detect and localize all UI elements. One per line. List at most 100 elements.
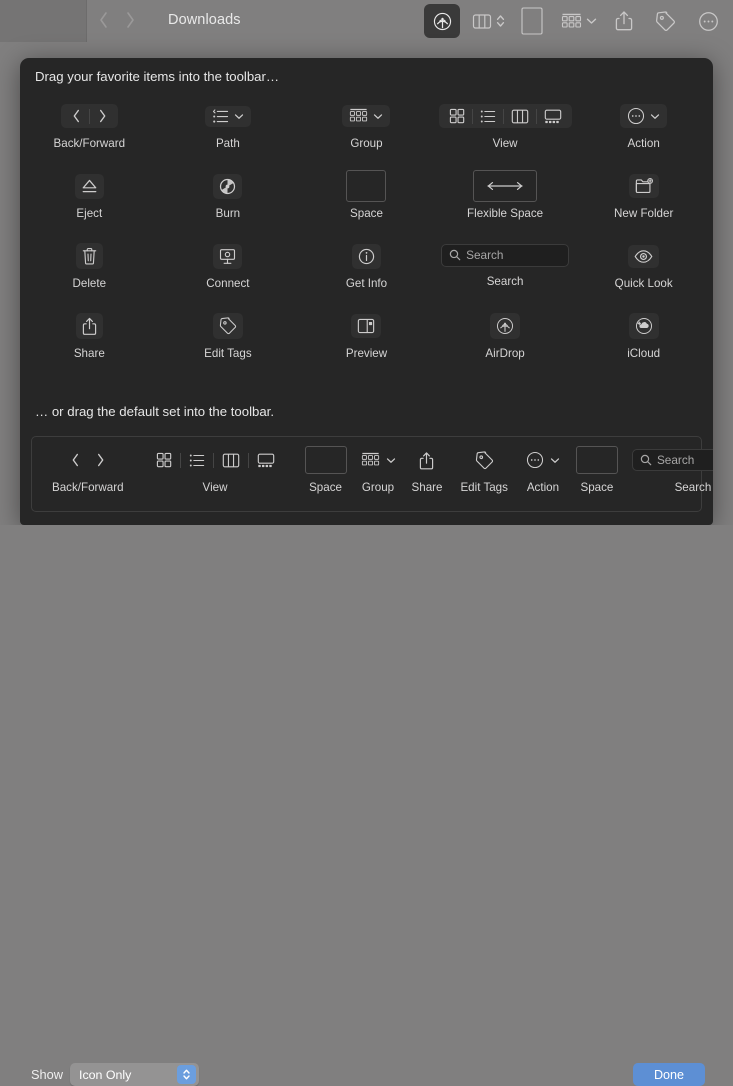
palette-row: Share Edit Tags: [20, 304, 713, 374]
space-icon: [305, 447, 347, 473]
path-icon: [205, 102, 251, 130]
chevron-down-icon: [586, 17, 597, 25]
default-item-label: Search: [675, 481, 712, 494]
back-forward-icon: [61, 102, 118, 130]
palette-item-new-folder[interactable]: New Folder: [574, 164, 713, 234]
palette-item-search[interactable]: Search Search: [436, 234, 575, 304]
default-item-search[interactable]: Search Search: [632, 447, 713, 494]
search-field[interactable]: Search: [632, 447, 713, 473]
sheet-title: Drag your favorite items into the toolba…: [35, 69, 279, 84]
icloud-icon: [629, 312, 659, 340]
search-placeholder-text: Search: [657, 453, 694, 467]
palette-item-label: View: [493, 137, 518, 150]
palette-item-label: Space: [350, 207, 383, 220]
default-item-label: Space: [581, 481, 614, 494]
column-view-icon[interactable]: [214, 453, 248, 468]
share-icon: [419, 447, 434, 473]
icon-view-icon[interactable]: [148, 452, 180, 468]
palette-item-edit-tags[interactable]: Edit Tags: [159, 304, 298, 374]
palette-item-label: Flexible Space: [467, 207, 543, 220]
palette-item-action[interactable]: Action: [574, 94, 713, 164]
palette-item-airdrop[interactable]: AirDrop: [436, 304, 575, 374]
palette-item-label: Search: [487, 275, 524, 288]
palette-row: Delete Connect: [20, 234, 713, 304]
new-folder-icon: [629, 172, 659, 200]
preview-icon: [351, 312, 381, 340]
edit-tags-toolbar-button[interactable]: [655, 4, 676, 38]
palette-item-label: Edit Tags: [204, 347, 251, 360]
window-title: Downloads: [168, 12, 241, 28]
action-icon: [620, 102, 667, 130]
palette-item-label: Action: [628, 137, 660, 150]
action-icon: [698, 11, 719, 32]
chevron-left-icon[interactable]: [98, 10, 109, 30]
default-item-back-forward[interactable]: Back/Forward: [52, 447, 124, 494]
list-view-icon[interactable]: [181, 453, 213, 468]
default-item-action[interactable]: Action: [526, 447, 560, 494]
palette-item-view[interactable]: View: [436, 94, 575, 164]
palette-item-label: iCloud: [627, 347, 660, 360]
toolbar-item-palette: Back/Forward: [20, 94, 713, 374]
default-set-box[interactable]: Back/Forward: [31, 436, 702, 512]
default-item-label: Space: [309, 481, 342, 494]
group-toolbar-button[interactable]: [561, 4, 582, 38]
palette-item-share[interactable]: Share: [20, 304, 159, 374]
group-icon: [342, 102, 390, 130]
trash-icon: [76, 242, 103, 270]
done-button[interactable]: Done: [633, 1063, 705, 1086]
palette-item-flexible-space[interactable]: Flexible Space: [436, 164, 575, 234]
default-item-space-2[interactable]: Space: [576, 447, 618, 494]
palette-item-connect[interactable]: Connect: [159, 234, 298, 304]
airdrop-toolbar-button[interactable]: [424, 4, 460, 38]
palette-row: Back/Forward: [20, 94, 713, 164]
view-popup-chevron[interactable]: [496, 4, 505, 38]
palette-item-back-forward[interactable]: Back/Forward: [20, 94, 159, 164]
toolbar-right-group: [424, 4, 719, 38]
palette-item-label: Get Info: [346, 277, 387, 290]
view-toolbar-button[interactable]: [472, 4, 492, 38]
share-icon: [76, 312, 103, 340]
sheet-bottom-bar: Show Icon Only Done: [0, 525, 733, 580]
default-item-label: Group: [362, 481, 394, 494]
finder-toolbar: Downloads: [0, 0, 733, 42]
palette-item-group[interactable]: Group: [297, 94, 436, 164]
default-item-space[interactable]: Space: [305, 447, 347, 494]
toolbar-nav-group: [98, 10, 136, 30]
palette-item-burn[interactable]: Burn: [159, 164, 298, 234]
palette-item-eject[interactable]: Eject: [20, 164, 159, 234]
show-popup-button[interactable]: Icon Only: [70, 1063, 199, 1086]
default-item-view[interactable]: View: [148, 447, 283, 494]
action-toolbar-button[interactable]: [698, 4, 719, 38]
share-toolbar-button[interactable]: [615, 4, 633, 38]
palette-item-quick-look[interactable]: Quick Look: [574, 234, 713, 304]
share-icon: [615, 10, 633, 32]
palette-item-label: Delete: [73, 277, 107, 290]
palette-item-path[interactable]: Path: [159, 94, 298, 164]
default-item-group[interactable]: Group: [361, 447, 396, 494]
group-icon: [361, 447, 396, 473]
customize-toolbar-sheet: Drag your favorite items into the toolba…: [20, 58, 713, 525]
tag-icon: [655, 11, 676, 32]
default-item-edit-tags[interactable]: Edit Tags: [460, 447, 507, 494]
view-segmented-icon: [439, 102, 572, 130]
palette-item-label: Back/Forward: [54, 137, 126, 150]
gallery-view-icon[interactable]: [249, 453, 283, 468]
connect-icon: [213, 242, 242, 270]
palette-item-label: Preview: [346, 347, 387, 360]
chevron-right-icon[interactable]: [125, 10, 136, 30]
palette-item-space[interactable]: Space: [297, 164, 436, 234]
group-popup-chevron[interactable]: [586, 4, 597, 38]
palette-item-get-info[interactable]: Get Info: [297, 234, 436, 304]
palette-item-icloud[interactable]: iCloud: [574, 304, 713, 374]
search-placeholder-text: Search: [466, 248, 503, 262]
palette-item-delete[interactable]: Delete: [20, 234, 159, 304]
space-icon: [576, 447, 618, 473]
default-item-label: Action: [527, 481, 559, 494]
palette-item-preview[interactable]: Preview: [297, 304, 436, 374]
default-item-label: View: [203, 481, 228, 494]
search-field: Search: [441, 242, 569, 268]
space-toolbar-item[interactable]: [521, 4, 543, 38]
tag-icon: [213, 312, 243, 340]
show-popup-value: Icon Only: [79, 1068, 131, 1082]
default-item-share[interactable]: Share: [412, 447, 443, 494]
